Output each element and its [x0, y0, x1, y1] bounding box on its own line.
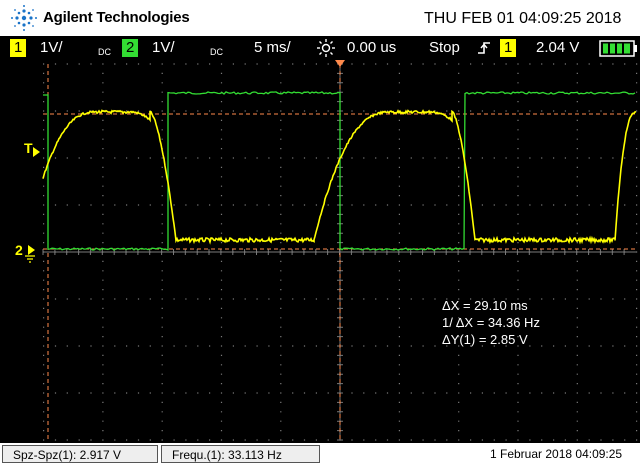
- header-datetime: THU FEB 01 04:09:25 2018: [424, 10, 622, 27]
- trigger-position-marker: [335, 60, 345, 67]
- timebase-value[interactable]: 5 ms/: [254, 39, 291, 56]
- settings-bar: 1 1V/ DC 2 1V/ DC 5 ms/ 0.00 us Stop 1 2…: [0, 36, 640, 60]
- brand-name: Agilent Technologies: [43, 9, 190, 26]
- ch2-coupling: DC: [210, 47, 223, 57]
- run-state[interactable]: Stop: [429, 39, 460, 56]
- trigger-level[interactable]: 2.04 V: [536, 39, 579, 56]
- ch1-indicator[interactable]: 1: [10, 39, 27, 57]
- header-bar: Agilent Technologies THU FEB 01 04:09:25…: [0, 0, 640, 36]
- measurement-frequency[interactable]: Frequ.(1): 33.113 Hz: [161, 445, 320, 463]
- waveform-display[interactable]: T2 ΔX = 29.10 ms 1/ ΔX = 34.36 Hz ΔY(1) …: [0, 60, 640, 443]
- ch1-scale[interactable]: 1V/: [40, 39, 63, 56]
- delay-value[interactable]: 0.00 us: [347, 39, 396, 56]
- delay-sun-icon: [317, 39, 335, 57]
- delta-y-readout: ΔY(1) = 2.85 V: [442, 332, 528, 347]
- agilent-spark-logo-icon: [11, 5, 37, 31]
- battery-icon: [599, 40, 637, 57]
- ground-symbol-icon: [25, 255, 35, 263]
- footer-datetime: 1 Februar 2018 04:09:25: [490, 447, 623, 461]
- ch2-scale[interactable]: 1V/: [152, 39, 175, 56]
- waveform-graph: T2: [15, 60, 638, 441]
- ground-marker-label: 2: [15, 242, 23, 258]
- trigger-level-arrow: [33, 147, 40, 157]
- rising-edge-trigger-icon: [478, 42, 490, 54]
- ch2-indicator[interactable]: 2: [122, 39, 139, 57]
- ch1-coupling: DC: [98, 47, 111, 57]
- ground-marker-arrow: [28, 245, 35, 255]
- channel2-waveform: [43, 91, 636, 251]
- inverse-delta-x-readout: 1/ ΔX = 34.36 Hz: [442, 315, 540, 330]
- trigger-level-marker-label: T: [24, 140, 33, 156]
- trigger-source[interactable]: 1: [500, 39, 517, 57]
- footer-bar: Spz-Spz(1): 2.917 V Frequ.(1): 33.113 Hz…: [0, 443, 640, 465]
- delta-x-readout: ΔX = 29.10 ms: [442, 298, 528, 313]
- measurement-spz[interactable]: Spz-Spz(1): 2.917 V: [2, 445, 158, 463]
